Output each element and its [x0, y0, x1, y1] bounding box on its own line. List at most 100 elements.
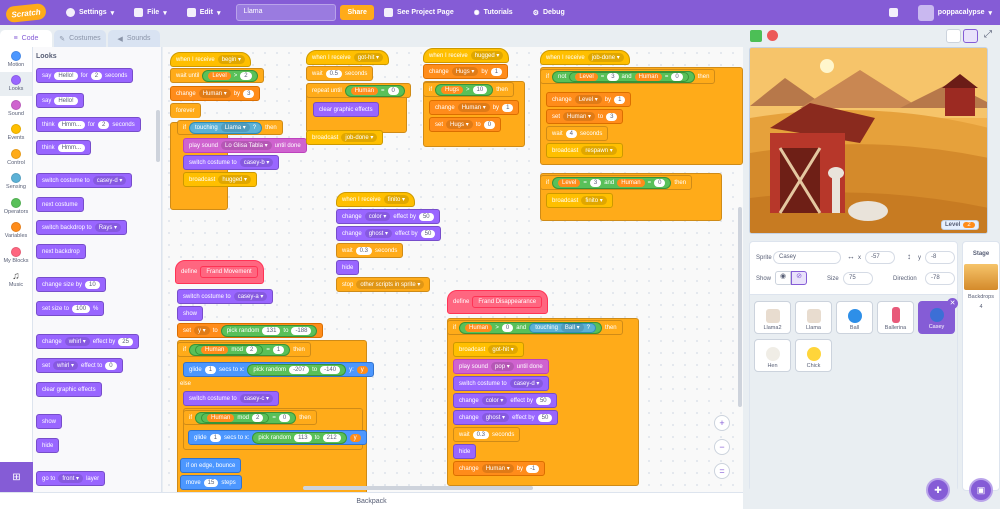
switch-costume-block[interactable]: switch costume to casey-a — [177, 289, 274, 304]
clear-effects-block[interactable]: clear graphic effects — [36, 382, 102, 397]
effect-input[interactable]: 0 — [105, 361, 117, 370]
show-visible-icon[interactable]: ◉ — [775, 271, 791, 285]
hide-block[interactable]: hide — [36, 438, 60, 453]
human-var[interactable]: Human — [617, 178, 645, 187]
repeat-until-block[interactable]: repeat until Human = 0 — [306, 83, 411, 98]
value-input[interactable]: 3 — [589, 178, 602, 187]
value-input[interactable]: 10 — [472, 85, 488, 94]
category-sound[interactable]: Sound — [0, 96, 32, 121]
wait-block[interactable]: wait 0.3 seconds — [336, 243, 404, 258]
value-input[interactable]: 0 — [654, 178, 666, 187]
secs-input[interactable]: 1 — [209, 433, 222, 442]
effect-dropdown[interactable]: whirl — [64, 337, 90, 346]
costume-dropdown[interactable]: casey-a — [233, 292, 268, 301]
sprite-tile-ball[interactable]: Ball — [836, 301, 873, 334]
level-monitor[interactable]: Level 2 — [941, 220, 979, 230]
secs-input[interactable]: 1 — [204, 365, 217, 374]
value-input[interactable]: 0 — [501, 323, 514, 332]
set-var-block[interactable]: setHugsto0 — [429, 117, 502, 132]
wait-block[interactable]: wait 0.3 seconds — [453, 427, 521, 442]
var-dropdown[interactable]: Level — [574, 95, 602, 104]
object-dropdown[interactable]: Ball — [560, 323, 584, 332]
next-backdrop-block[interactable]: next backdrop — [36, 244, 86, 259]
category-my-blocks[interactable]: My Blocks — [0, 243, 32, 268]
glide-block[interactable]: glide 1 secs to x: pick random 113 to 212 y — [188, 430, 367, 445]
say-text-input[interactable]: Hello! — [54, 71, 78, 80]
when-receive-hat[interactable]: when I receive finito — [336, 192, 416, 207]
human-var[interactable]: Human — [201, 345, 229, 354]
workspace-h-scrollbar[interactable] — [303, 486, 533, 490]
broadcast-block[interactable]: broadcast respawn — [546, 143, 623, 158]
custom-block-name[interactable]: Frand Movement — [200, 266, 258, 278]
value-input[interactable]: 131 — [262, 326, 281, 335]
when-receive-hat[interactable]: when I receive begin — [170, 52, 252, 67]
backpack-bar[interactable]: Backpack — [0, 492, 743, 509]
if-block[interactable]: if not Level = 3 and Human = 0 then — [540, 69, 716, 84]
change-effect-block[interactable]: changewhirleffect by25 — [36, 334, 139, 349]
value-input[interactable]: 1 — [272, 345, 285, 354]
add-backdrop-button[interactable]: ▣ — [969, 478, 993, 502]
category-music[interactable]: ♫ Music — [0, 268, 32, 293]
category-events[interactable]: Events — [0, 121, 32, 146]
pick-random-operator[interactable]: pick random 113 to 212 — [252, 431, 347, 444]
level-var[interactable]: Level — [575, 72, 598, 81]
if-block[interactable]: if Human mod 2 = 0 then — [183, 410, 317, 425]
stage-thumbnail[interactable] — [964, 264, 998, 290]
costume-dropdown[interactable]: casey-d — [92, 176, 127, 185]
and-operator[interactable]: Human>0andtouchingBall? — [459, 321, 602, 334]
wait-input[interactable]: 0.3 — [472, 430, 490, 439]
wait-input[interactable]: 4 — [565, 129, 578, 138]
green-flag-icon[interactable] — [750, 30, 762, 42]
eq-operator[interactable]: Human = 0 — [344, 84, 405, 97]
my-stuff-button[interactable] — [879, 0, 908, 25]
think-for-block[interactable]: think Hmm... for 2 seconds — [36, 117, 141, 132]
sprite-tile-ballerina[interactable]: Ballerina — [877, 301, 914, 334]
broadcast-block[interactable]: broadcast hugged — [183, 172, 258, 187]
set-effect-block[interactable]: setwhirleffect to0 — [36, 358, 123, 373]
message-dropdown[interactable]: finito — [581, 196, 607, 205]
change-var-block[interactable]: changeHumanby-1 — [453, 461, 546, 476]
code-workspace[interactable]: when I receivebegin wait untilLevel>2 ch… — [163, 47, 743, 492]
add-sprite-button[interactable]: ✚ — [926, 478, 950, 502]
var-dropdown[interactable]: Human — [198, 89, 231, 98]
message-dropdown[interactable]: finito — [383, 195, 410, 204]
human-var[interactable]: Human — [634, 72, 662, 81]
layer-dropdown[interactable]: front — [58, 474, 84, 483]
when-receive-hat[interactable]: when I receive got-hit — [306, 50, 390, 65]
category-motion[interactable]: Motion — [0, 47, 32, 72]
touching-sensor[interactable]: touchingLlama? — [189, 121, 263, 134]
value-input[interactable]: -207 — [289, 365, 310, 374]
custom-block-name[interactable]: Frand Disappearance — [472, 296, 543, 308]
say-text-input[interactable]: Hello! — [54, 96, 78, 105]
and-operator[interactable]: Level = 3 and Human = 0 — [552, 176, 672, 189]
eq-operator[interactable]: Human mod 2 = 1 — [189, 343, 291, 356]
change-effect-block[interactable]: changeghosteffect by50 — [453, 410, 559, 425]
value-input[interactable]: 3 — [606, 112, 618, 121]
sprite-name-input[interactable]: Casey — [773, 251, 841, 264]
message-dropdown[interactable]: got-hit — [488, 345, 518, 354]
costume-dropdown[interactable]: casey-c — [239, 394, 274, 403]
if-block[interactable]: if Level = 3 and Human = 0 then — [540, 175, 693, 190]
effect-dropdown[interactable]: color — [364, 212, 391, 221]
hide-block[interactable]: hide — [453, 444, 477, 459]
think-text-input[interactable]: Hmm... — [57, 120, 86, 129]
switch-costume-block[interactable]: switch costume to casey-b — [183, 155, 280, 170]
message-dropdown[interactable]: job-done — [341, 133, 378, 142]
zoom-reset-button[interactable]: = — [714, 463, 730, 479]
switch-costume-block[interactable]: switch costume to casey-d — [36, 173, 133, 188]
effect-dropdown[interactable]: ghost — [481, 413, 510, 422]
think-text-input[interactable]: Hmm... — [57, 143, 86, 152]
size-input[interactable]: 75 — [843, 272, 873, 285]
tab-costumes[interactable]: ✎ Costumes — [54, 30, 106, 47]
project-title-input[interactable]: Llama — [236, 4, 337, 21]
set-var-block[interactable]: setytopick random131to-188 — [177, 323, 324, 338]
wait-block[interactable]: wait 0.5 seconds — [306, 66, 374, 81]
steps-input[interactable]: 15 — [203, 478, 219, 487]
not-operator[interactable]: not Level = 3 and Human = 0 — [552, 70, 695, 83]
palette-scrollbar[interactable] — [156, 110, 160, 162]
value-input[interactable]: 0 — [671, 72, 683, 81]
show-block[interactable]: show — [177, 306, 204, 321]
small-stage-icon[interactable] — [946, 29, 961, 43]
category-variables[interactable]: Variables — [0, 219, 32, 244]
broadcast-block[interactable]: broadcast job-done — [306, 130, 384, 145]
